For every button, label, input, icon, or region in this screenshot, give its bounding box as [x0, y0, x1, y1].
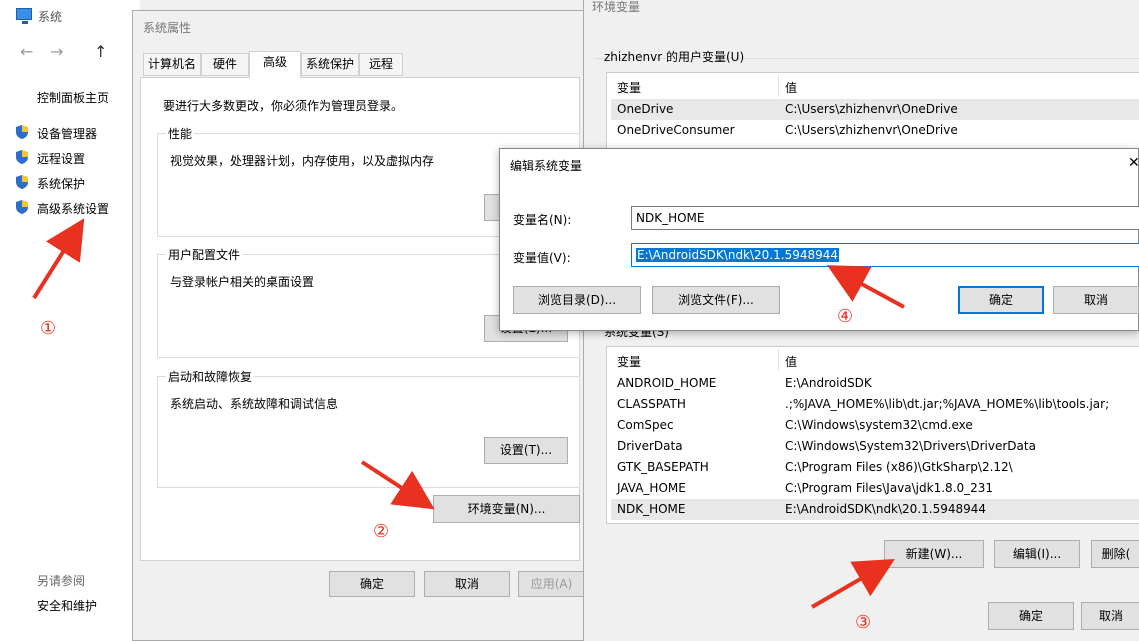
annotation-arrow	[360, 460, 435, 510]
annotation-arrow	[32, 218, 85, 300]
annotation-step-1: ①	[40, 318, 57, 339]
annotation-step-4: ④	[837, 306, 854, 327]
annotation-arrow	[810, 558, 895, 609]
annotation-arrow	[826, 265, 905, 309]
annotation-arrows	[32, 218, 905, 609]
annotation-step-2: ②	[373, 521, 390, 542]
annotation-step-3: ③	[855, 612, 872, 633]
